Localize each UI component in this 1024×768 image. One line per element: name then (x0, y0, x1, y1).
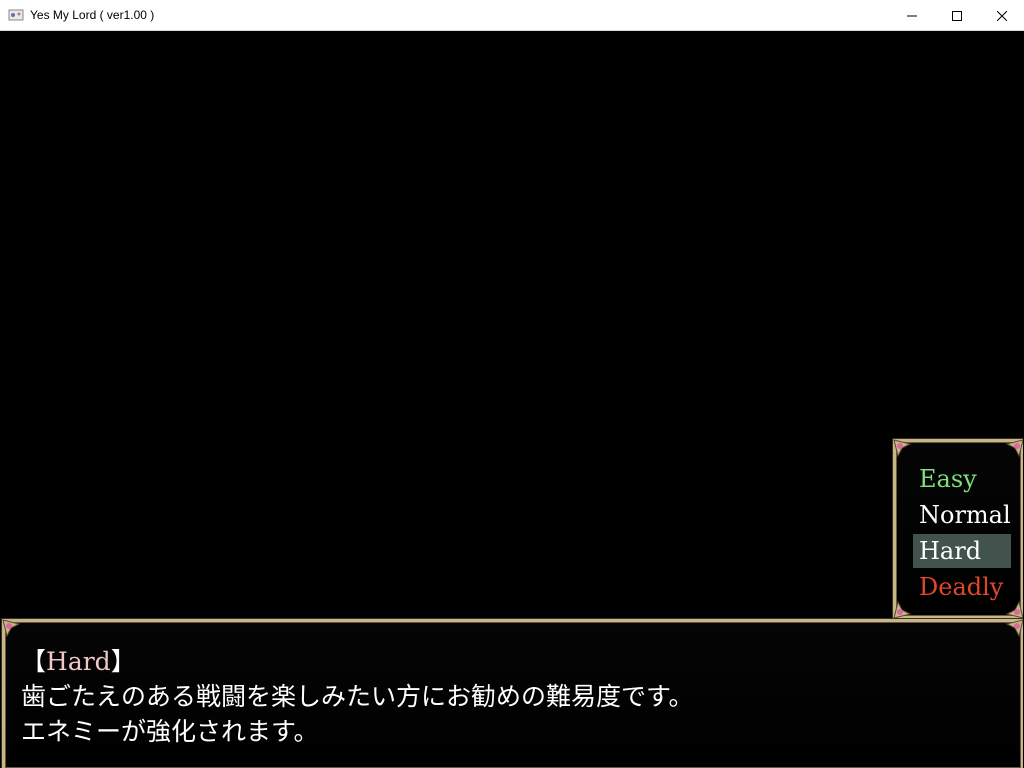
difficulty-label: Easy (919, 465, 977, 493)
minimize-icon (906, 15, 917, 16)
difficulty-option-normal[interactable]: Normal (913, 498, 1011, 532)
close-button[interactable] (979, 0, 1024, 31)
corner-ornament-icon (892, 438, 912, 458)
message-window: 【Hard】 歯ごたえのある戦闘を楽しみたい方にお勧めの難易度です。 エネミーが… (2, 619, 1023, 768)
bracket-open: 【 (21, 647, 47, 676)
difficulty-label: Hard (919, 537, 982, 565)
message-line-1: 歯ごたえのある戦闘を楽しみたい方にお勧めの難易度です。 (21, 682, 694, 711)
corner-ornament-icon (1, 618, 21, 638)
difficulty-option-easy[interactable]: Easy (913, 462, 1011, 496)
message-heading: 【Hard】 (21, 642, 136, 678)
game-app-icon (8, 8, 24, 22)
game-screen[interactable]: Easy Normal Hard Deadly 【Hard】 歯ごたえのある戦闘… (1, 31, 1023, 768)
difficulty-option-hard[interactable]: Hard (913, 534, 1011, 568)
difficulty-option-deadly[interactable]: Deadly (913, 570, 1011, 604)
minimize-button[interactable] (889, 0, 934, 31)
corner-ornament-icon (892, 600, 912, 620)
close-icon (996, 10, 1007, 21)
difficulty-label: Normal (919, 501, 1011, 529)
difficulty-label: Deadly (919, 573, 1004, 601)
window-controls (889, 0, 1024, 31)
message-heading-text: Hard (46, 647, 111, 676)
window-title: Yes My Lord ( ver1.00 ) (30, 8, 155, 22)
corner-ornament-icon (1005, 618, 1023, 638)
window-titlebar[interactable]: Yes My Lord ( ver1.00 ) (0, 0, 1024, 31)
maximize-button[interactable] (934, 0, 979, 31)
message-line-2: エネミーが強化されます。 (21, 717, 319, 746)
bracket-close: 】 (110, 647, 136, 676)
difficulty-menu-window: Easy Normal Hard Deadly (893, 439, 1023, 619)
maximize-icon (951, 10, 962, 21)
corner-ornament-icon (1005, 438, 1023, 458)
